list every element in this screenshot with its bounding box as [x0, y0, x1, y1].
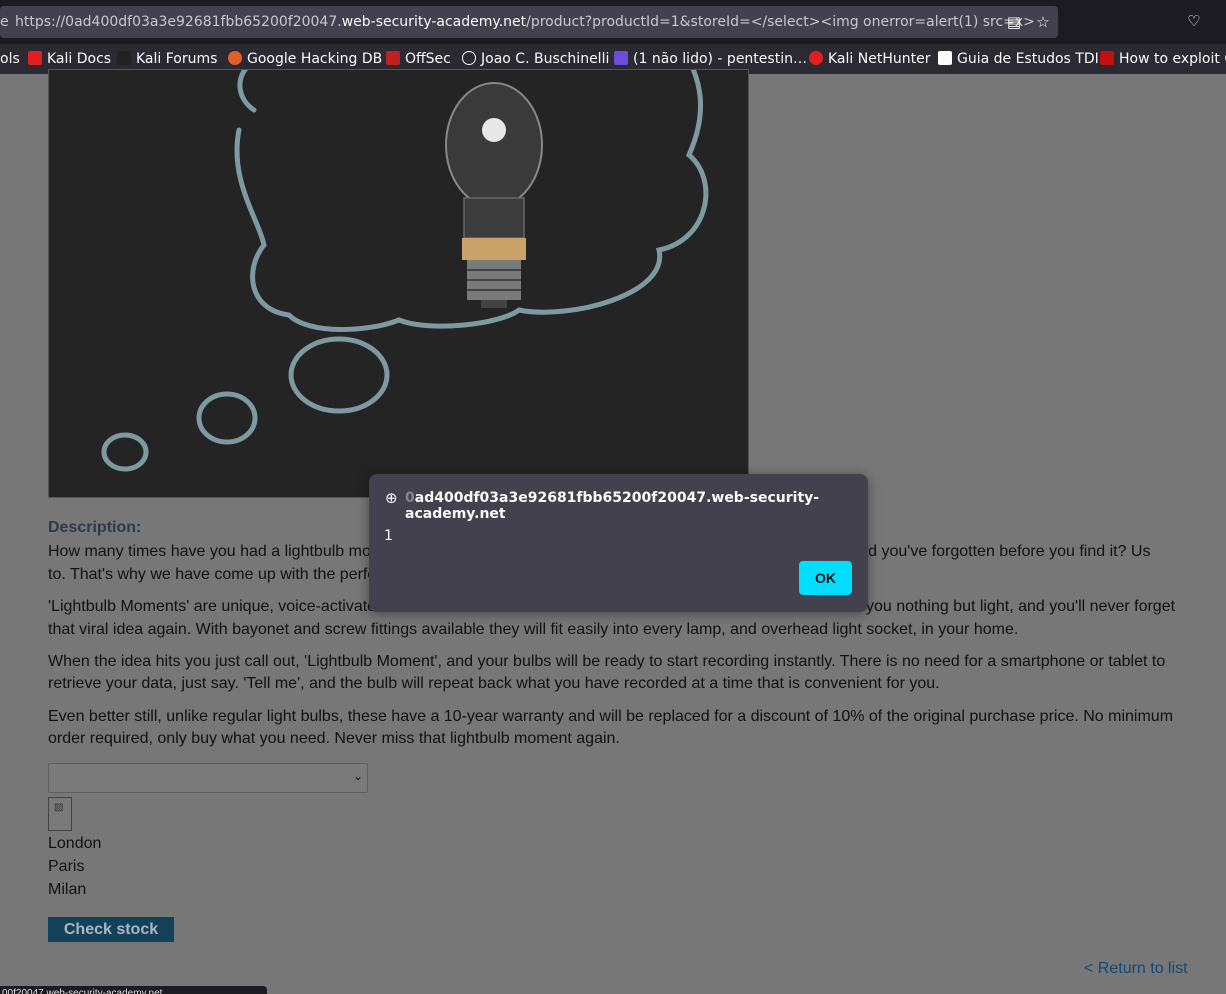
description-line-2b: that viral idea again. With bayonet and …: [48, 621, 1019, 638]
broken-image-icon: ▨: [48, 797, 72, 831]
description-line-4a: Even better still, unlike regular light …: [48, 708, 1174, 725]
bookmark-kali-nethunter[interactable]: Kali NetHunter: [809, 44, 930, 74]
store-select[interactable]: ⌄: [48, 763, 368, 793]
dialog-message: 1: [384, 528, 393, 544]
bookmark-tools[interactable]: ols: [0, 44, 20, 74]
bookmark-star-icon[interactable]: ☆: [1029, 6, 1057, 38]
kali-docs-icon: [28, 51, 42, 65]
url-path: /product?productId=1&storeId=</select><i…: [526, 14, 1035, 30]
description-line-3b: retrieve your data, just say. 'Tell me',…: [48, 675, 940, 692]
reader-view-icon[interactable]: ▤: [1000, 6, 1028, 38]
bookmark-how-to-exploit[interactable]: How to exploit C: [1100, 44, 1226, 74]
product-image: [48, 69, 749, 498]
description-line-3a: When the idea hits you just call out, 'L…: [48, 653, 1166, 670]
chevron-down-icon: ⌄: [352, 769, 363, 783]
store-option-milan: Milan: [48, 881, 87, 898]
url-prefix: https://0ad400df03a3e92681fbb65200f20047…: [15, 14, 342, 30]
bookmark-guia-tdi[interactable]: Guia de Estudos TDI: [938, 44, 1099, 74]
description-line-4b: order required, only buy what you need. …: [48, 730, 620, 747]
check-stock-button[interactable]: Check stock: [48, 917, 174, 942]
ok-button[interactable]: OK: [799, 561, 852, 595]
ghdb-icon: [228, 51, 242, 65]
store-option-paris: Paris: [48, 858, 85, 875]
globe-icon: ⊕: [385, 489, 398, 507]
browser-toolbar: e https://0ad400df03a3e92681fbb65200f200…: [0, 0, 1226, 44]
nethunter-icon: [809, 51, 823, 65]
store-option-london: London: [48, 835, 102, 852]
exploit-icon: [1100, 51, 1114, 65]
url-bar[interactable]: e https://0ad400df03a3e92681fbb65200f200…: [0, 6, 1058, 38]
offsec-icon: [386, 51, 400, 65]
alert-dialog: ⊕ 0ad400df03a3e92681fbb65200f20047.web-s…: [369, 474, 868, 612]
globe-icon: [462, 51, 476, 65]
kali-forums-icon: [117, 51, 131, 65]
url-edge-fragment: e: [0, 14, 9, 30]
return-to-list-link[interactable]: < Return to list: [1084, 960, 1188, 978]
status-bar: 00f20047.web-security-academy.net...: [0, 986, 267, 994]
pocket-icon[interactable]: ♡: [1180, 6, 1208, 38]
notion-icon: [938, 51, 952, 65]
url-host: web-security-academy.net: [341, 14, 527, 30]
dialog-origin: 0ad400df03a3e92681fbb65200f20047.web-sec…: [405, 490, 820, 522]
lightbulb-chalk-illustration: [49, 70, 748, 497]
description-label: Description:: [48, 519, 142, 536]
mail-icon: [614, 51, 628, 65]
